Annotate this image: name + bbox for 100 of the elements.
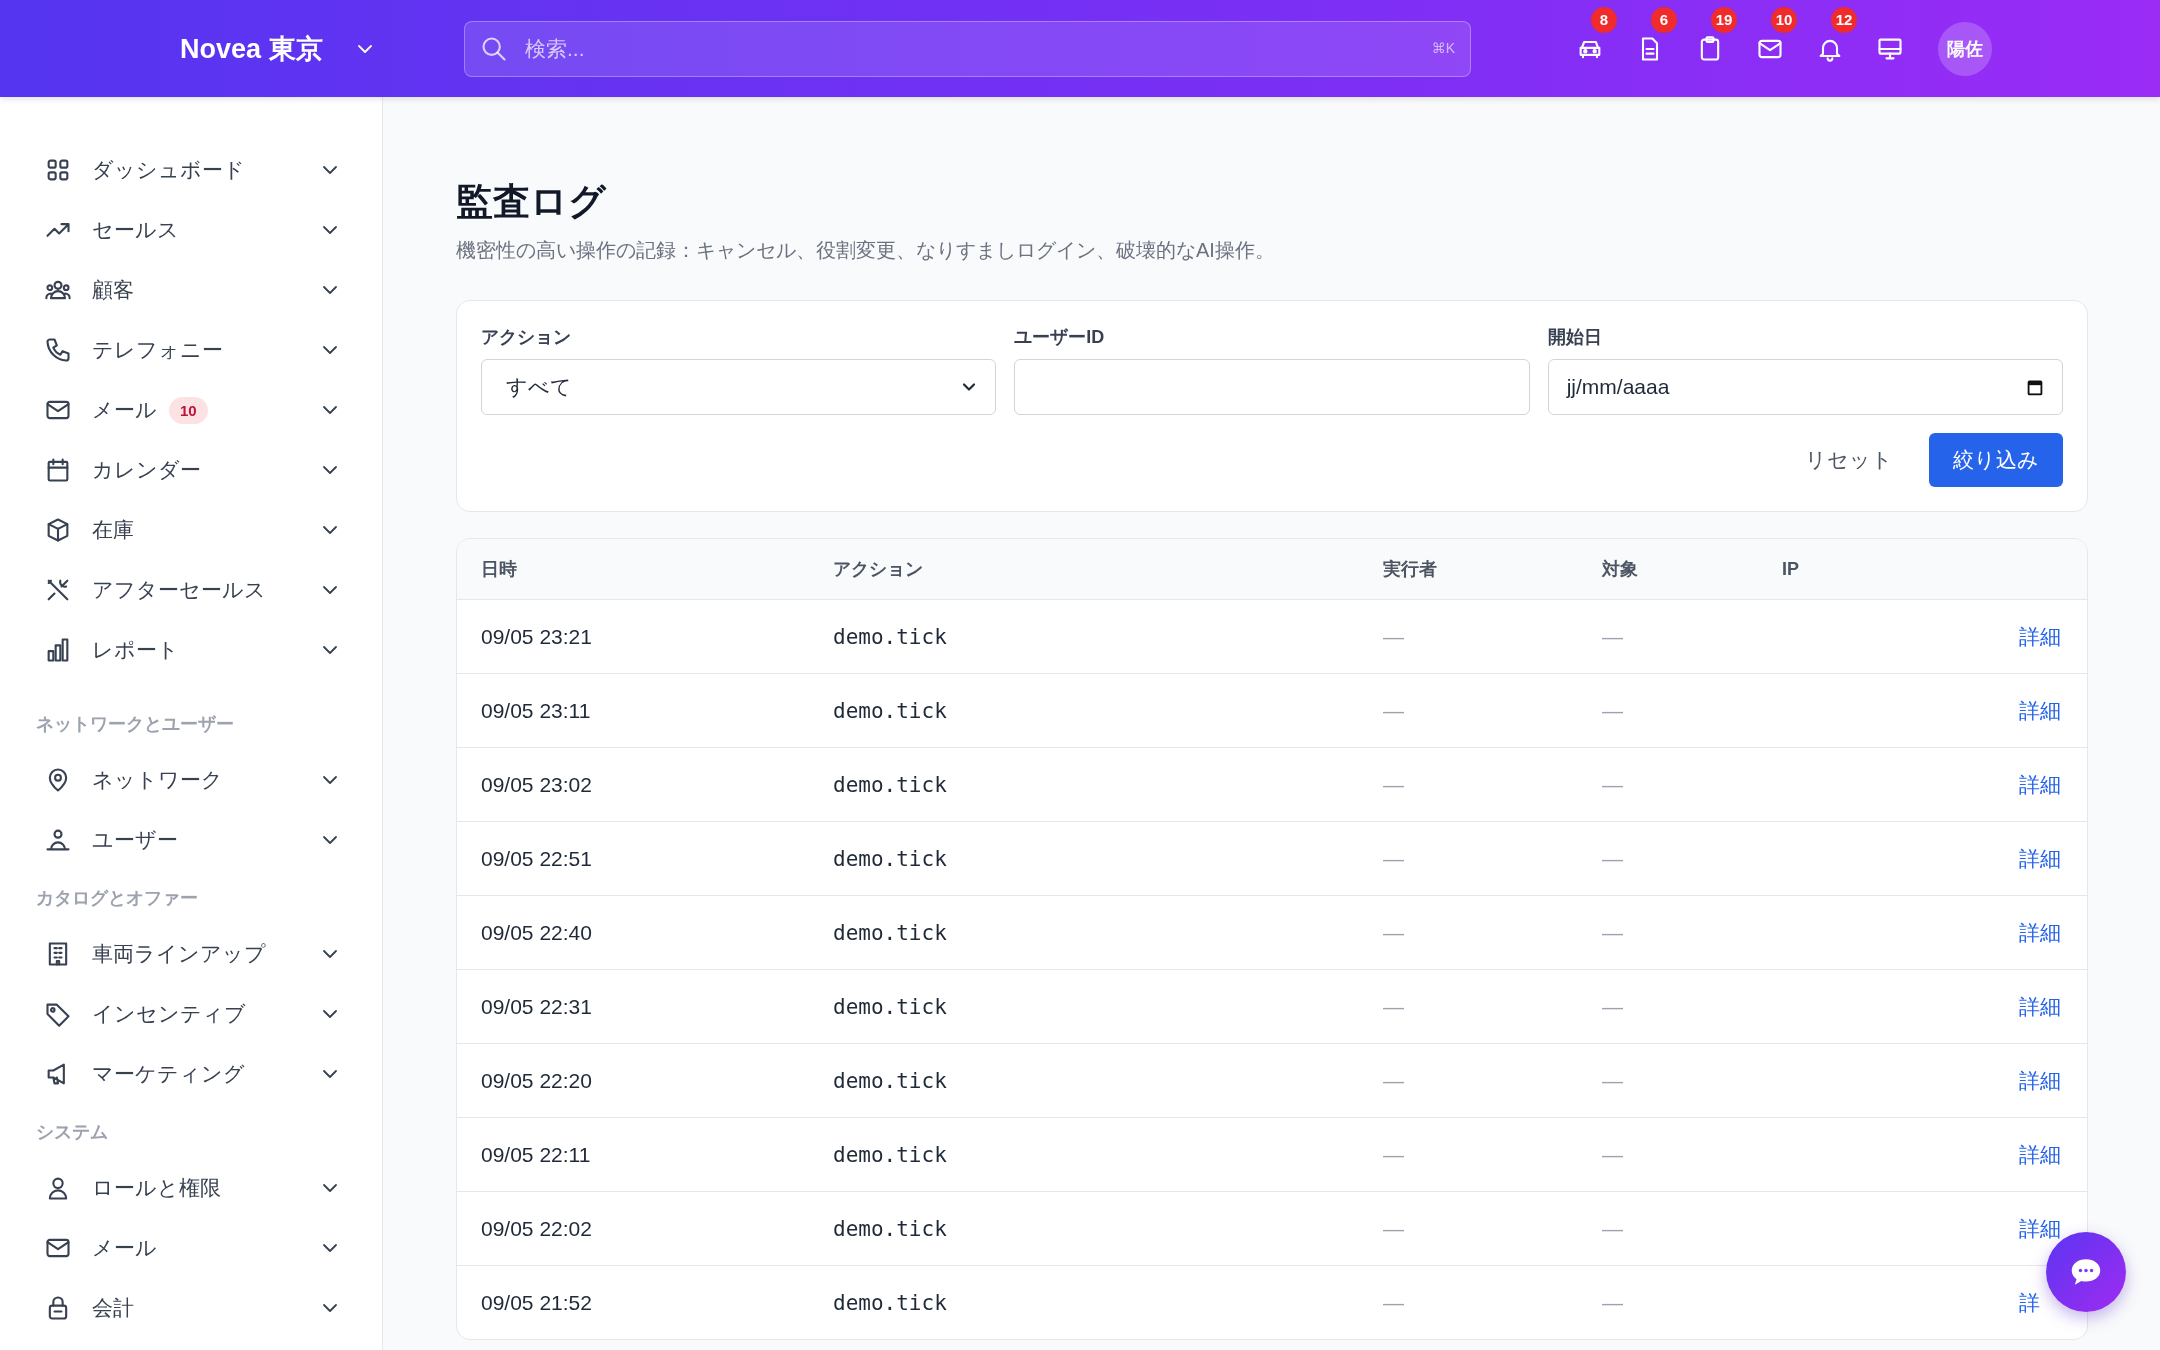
- sidebar-item[interactable]: カレンダー: [36, 440, 382, 500]
- sidebar-item-label: インセンティブ: [92, 1001, 246, 1027]
- sidebar-item[interactable]: インセンティブ: [36, 984, 382, 1044]
- section-heading: ネットワークとユーザー: [36, 713, 235, 736]
- table-cell-text: demo.tick: [833, 1068, 948, 1093]
- table-cell-text: 09/05 21:52: [481, 1290, 593, 1315]
- sidebar-item[interactable]: 顧客: [36, 260, 382, 320]
- reset-button[interactable]: リセット: [1799, 433, 1899, 487]
- sidebar-item-label: セールス: [92, 217, 179, 243]
- sidebar-item-label: ダッシュボード: [92, 157, 245, 183]
- sidebar-item[interactable]: 在庫: [36, 500, 382, 560]
- table-cell-text: —: [1602, 1216, 1624, 1241]
- details-link[interactable]: 詳細: [2019, 772, 2061, 796]
- page-title: 監査ログ: [456, 180, 608, 224]
- sidebar-item-label: カレンダー: [92, 457, 201, 483]
- sidebar-item-label: ネットワーク: [92, 767, 223, 793]
- sidebar-item-label: ロールと権限: [92, 1175, 221, 1201]
- column-header: 日時: [481, 558, 518, 581]
- table-cell-text: 09/05 22:51: [481, 846, 593, 871]
- sidebar-item[interactable]: アフターセールス: [36, 560, 382, 620]
- count-badge: 8: [1591, 6, 1617, 33]
- table-cell-text: demo.tick: [833, 624, 948, 649]
- table-cell-text: —: [1383, 920, 1405, 945]
- details-link[interactable]: 詳細: [2019, 1142, 2061, 1166]
- column-header: 実行者: [1383, 558, 1438, 581]
- sidebar-item[interactable]: ロールと権限: [36, 1158, 382, 1218]
- details-link[interactable]: 詳細: [2019, 624, 2061, 648]
- table-cell-text: —: [1602, 1068, 1624, 1093]
- section-heading: システム: [36, 1121, 109, 1144]
- details-link[interactable]: 詳細: [2019, 920, 2061, 944]
- count-badge: 6: [1651, 6, 1677, 33]
- table-cell-text: 09/05 22:40: [481, 920, 593, 945]
- table-cell-text: —: [1383, 1290, 1405, 1315]
- count-badge: 10: [169, 396, 208, 424]
- table-cell-text: demo.tick: [833, 1216, 948, 1241]
- sidebar-item[interactable]: レポート: [36, 620, 382, 680]
- table-cell-text: —: [1602, 698, 1624, 723]
- sidebar-item[interactable]: 車両ラインアップ: [36, 924, 382, 984]
- count-badge: 19: [1711, 6, 1737, 33]
- table-cell-text: —: [1383, 1068, 1405, 1093]
- sidebar-item-label: アフターセールス: [92, 577, 266, 603]
- brand-name[interactable]: Novea 東京: [180, 30, 323, 67]
- section-heading: カタログとオファー: [36, 887, 199, 910]
- date-field[interactable]: jj/mm/aaaa: [1547, 359, 2063, 415]
- table-cell-text: —: [1383, 846, 1405, 871]
- details-link[interactable]: 詳細: [2019, 846, 2061, 870]
- column-header: IP: [1782, 558, 1800, 580]
- user-avatar[interactable]: 陽佐: [1938, 21, 1992, 76]
- sidebar-item-label: 会計: [92, 1295, 134, 1321]
- table-cell-text: —: [1602, 1142, 1624, 1167]
- phone-icon: [44, 336, 72, 364]
- table-cell-text: —: [1383, 624, 1405, 649]
- sidebar-item[interactable]: ダッシュボード: [36, 140, 382, 200]
- sidebar-item-label: メール: [92, 1235, 157, 1261]
- details-link[interactable]: 詳細: [2019, 698, 2061, 722]
- user-id-field[interactable]: [1014, 359, 1530, 415]
- table-cell-text: 09/05 22:20: [481, 1068, 593, 1093]
- details-link[interactable]: 詳: [2019, 1290, 2040, 1314]
- table-cell-text: 09/05 22:02: [481, 1216, 593, 1241]
- details-link[interactable]: 詳細: [2019, 1068, 2061, 1092]
- field-label: アクション: [481, 326, 572, 349]
- table-cell-text: —: [1383, 698, 1405, 723]
- sidebar-item[interactable]: ネットワーク: [36, 750, 382, 810]
- field-label: ユーザーID: [1014, 326, 1106, 349]
- details-link[interactable]: 詳細: [2019, 1216, 2061, 1240]
- filter-button[interactable]: 絞り込み: [1929, 433, 2063, 487]
- table-cell-text: demo.tick: [833, 920, 948, 945]
- table-cell-text: demo.tick: [833, 1290, 948, 1315]
- table-cell-text: —: [1602, 772, 1624, 797]
- table-cell-text: demo.tick: [833, 772, 948, 797]
- sidebar-item-label: 在庫: [92, 517, 134, 543]
- sidebar-item[interactable]: マーケティング: [36, 1044, 382, 1104]
- table-cell-text: —: [1383, 1216, 1405, 1241]
- sidebar-item-label: 車両ラインアップ: [92, 941, 266, 967]
- sidebar-item[interactable]: ユーザー: [36, 810, 382, 870]
- sidebar-item[interactable]: メール: [36, 1218, 382, 1278]
- details-link[interactable]: 詳細: [2019, 994, 2061, 1018]
- table-cell-text: —: [1602, 1290, 1624, 1315]
- sidebar-item[interactable]: セールス: [36, 200, 382, 260]
- table-cell-text: 09/05 22:31: [481, 994, 593, 1019]
- table-cell-text: demo.tick: [833, 1142, 948, 1167]
- sidebar-item[interactable]: テレフォニー: [36, 320, 382, 380]
- table-cell-text: —: [1383, 772, 1405, 797]
- sidebar-item-label: レポート: [92, 637, 179, 663]
- table-cell-text: —: [1383, 1142, 1405, 1167]
- table-cell-text: 09/05 22:11: [481, 1142, 592, 1167]
- action-select[interactable]: すべて: [481, 359, 997, 415]
- sidebar-item-label: メール: [92, 397, 157, 423]
- sidebar-item-label: テレフォニー: [92, 337, 223, 363]
- sidebar-item[interactable]: 会計: [36, 1278, 382, 1338]
- table-cell-text: 09/05 23:11: [481, 698, 592, 723]
- shortcut-hint: ⌘K: [1431, 39, 1455, 56]
- table-cell-text: demo.tick: [833, 698, 948, 723]
- sidebar-item-label: マーケティング: [92, 1061, 245, 1087]
- table-cell-text: —: [1602, 846, 1624, 871]
- sidebar-item[interactable]: メール 10: [36, 380, 382, 440]
- search-icon: [480, 34, 508, 63]
- sidebar-item-label: 顧客: [92, 277, 134, 303]
- count-badge: 12: [1831, 6, 1857, 33]
- table-cell-text: 09/05 23:21: [481, 624, 593, 649]
